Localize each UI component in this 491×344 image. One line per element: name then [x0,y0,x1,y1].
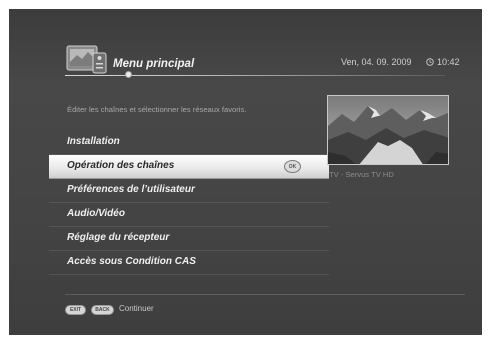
menu-item-label: Réglage du récepteur [67,232,170,243]
header-divider [65,75,445,76]
page-title: Menu principal [113,58,195,70]
menu-item-channel-operation[interactable]: Opération des chaînes OK [49,155,329,179]
clock-icon [426,58,434,66]
menu-item-label: Audio/Vidéo [67,208,125,219]
date-display: Ven, 04. 09. 2009 [341,57,412,67]
continue-label: Continuer [119,304,154,313]
tv-screen: Menu principal Ven, 04. 09. 2009 10:42 É… [9,9,482,335]
footer-divider [65,294,465,295]
menu-item-audio-video[interactable]: Audio/Vidéo [49,203,329,227]
menu-item-label: Accès sous Condition CAS [67,256,196,267]
menu-item-label: Préférences de l’utilisateur [67,184,195,195]
time-display: 10:42 [437,57,460,67]
menu-item-installation[interactable]: Installation [49,131,329,155]
menu-item-cas-access[interactable]: Accès sous Condition CAS [49,251,329,275]
menu-item-label: Opération des chaînes [67,160,175,171]
back-key-icon: BACK [91,305,114,315]
main-menu-list: Installation Opération des chaînes OK Pr… [49,131,329,275]
menu-item-user-preferences[interactable]: Préférences de l’utilisateur [49,179,329,203]
header-divider-dot [125,71,132,78]
preview-caption: TV - Servus TV HD [329,170,394,179]
exit-key-icon: EXIT [65,305,86,315]
ok-button-icon: OK [284,160,301,173]
tv-menu-icon [66,45,107,74]
menu-item-label: Installation [67,136,120,147]
preview-image [328,96,448,164]
channel-preview [327,95,449,165]
menu-item-receiver-settings[interactable]: Réglage du récepteur [49,227,329,251]
menu-description: Éditer les chaînes et sélectionner les r… [67,105,247,114]
